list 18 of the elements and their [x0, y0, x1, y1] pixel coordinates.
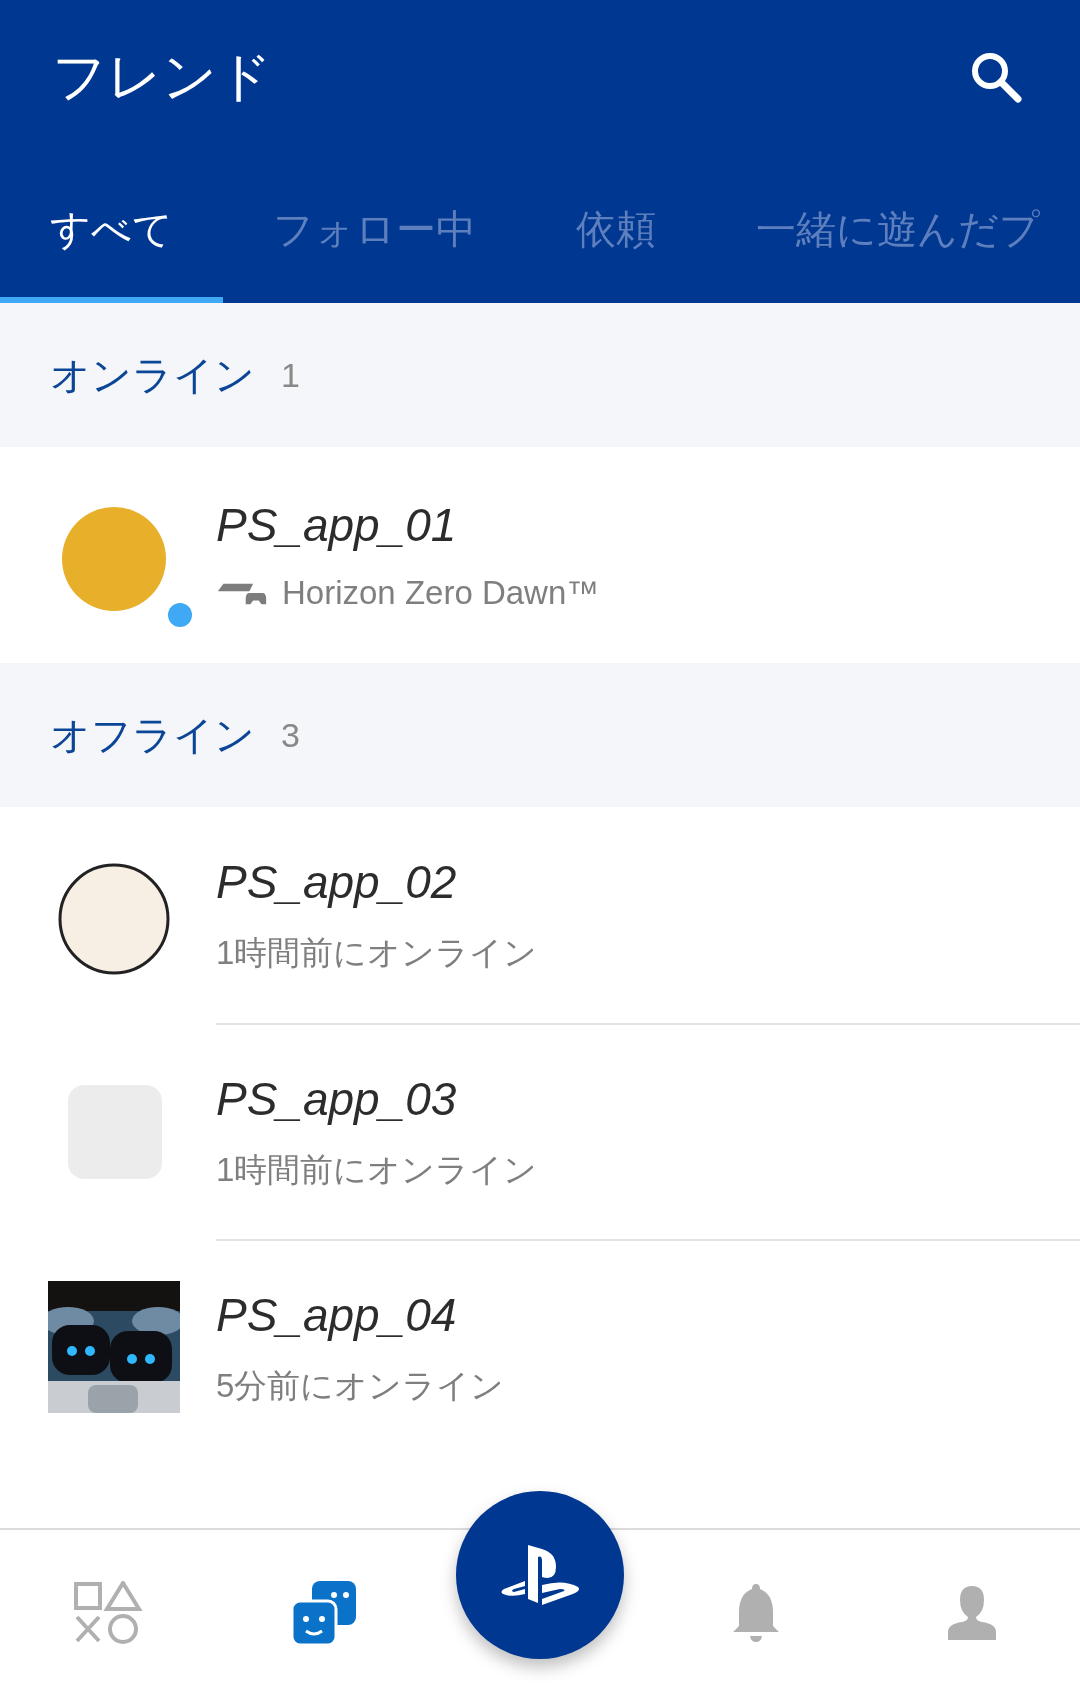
friend-name: PS_app_02: [216, 854, 458, 909]
friend-name: PS_app_01: [216, 498, 458, 552]
section-title: オンライン: [50, 351, 255, 399]
friends-icon[interactable]: [290, 1579, 358, 1647]
friend-status: 5分前にオンライン: [216, 1365, 505, 1406]
tab[interactable]: フォロー中: [223, 154, 526, 303]
section-count: 3: [281, 715, 300, 755]
section-count: 1: [281, 355, 300, 395]
friend-name: PS_app_03: [216, 1071, 458, 1126]
friend-status: 1時間前にオンライン: [216, 932, 538, 973]
tab[interactable]: 依頼: [526, 154, 706, 303]
tab[interactable]: 一緒に遊んだプ: [706, 154, 1080, 303]
friend-name: PS_app_04: [216, 1287, 458, 1342]
section-title: オフライン: [50, 711, 255, 759]
friend-status: Horizon Zero Dawn™: [282, 574, 600, 612]
friend-status: 1時間前にオンライン: [216, 1149, 538, 1190]
page-title: フレンド: [52, 44, 272, 108]
home-button[interactable]: [456, 1491, 624, 1659]
